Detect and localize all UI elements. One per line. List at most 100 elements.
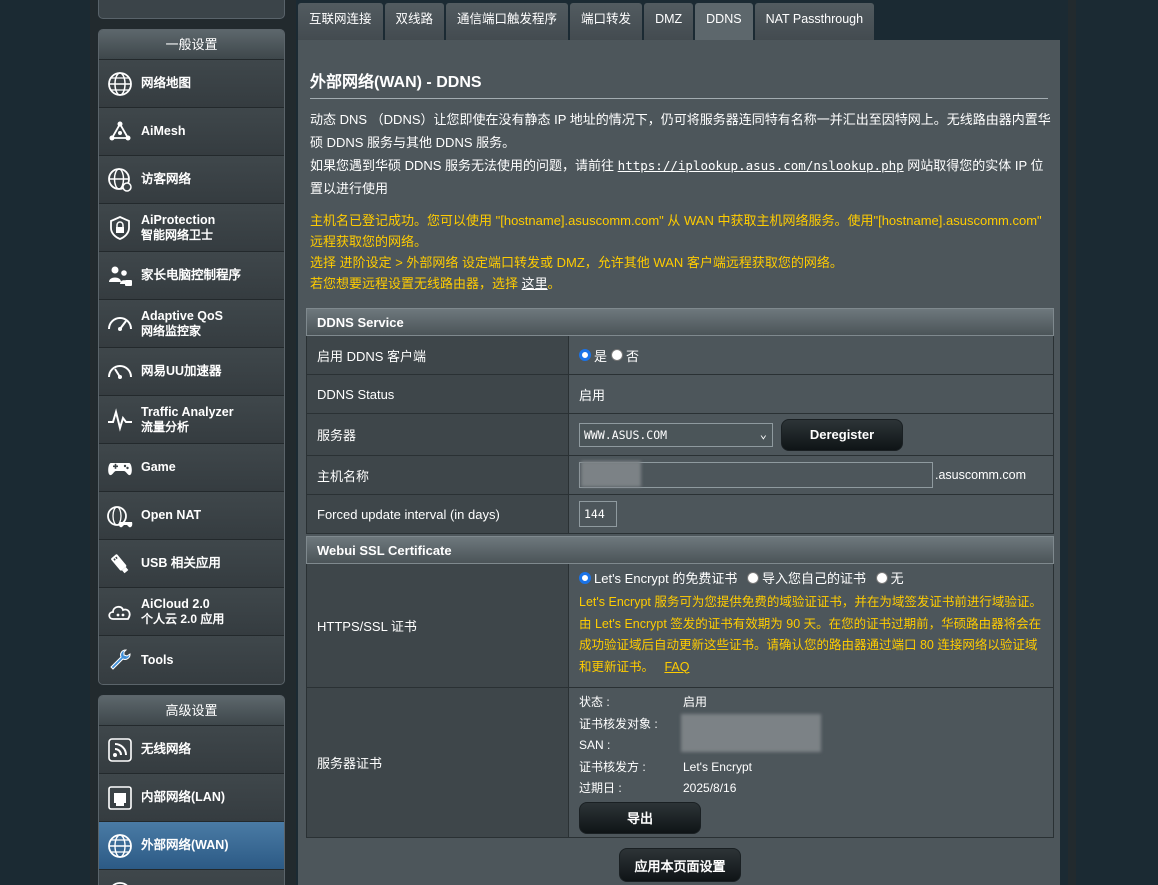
ddns-server-select[interactable]: WWW.ASUS.COM ⌄ <box>579 422 773 447</box>
server-cert-label: 服务器证书 <box>307 688 569 837</box>
aimesh-icon <box>105 117 135 147</box>
sidebar-top-stub <box>98 0 285 19</box>
uu-booster-icon <box>105 357 135 387</box>
tab-nat-passthrough[interactable]: NAT Passthrough <box>754 3 875 40</box>
deregister-button[interactable]: Deregister <box>781 418 903 451</box>
tab-internet-connection[interactable]: 互联网连接 <box>298 3 383 40</box>
tab-port-forwarding[interactable]: 端口转发 <box>570 3 643 40</box>
lan-icon <box>105 783 135 813</box>
notice-line-3: 若您想要远程设置无线路由器，选择 这里。 <box>310 276 561 291</box>
chevron-down-icon: ⌄ <box>759 426 767 441</box>
sidebar-item-parental-control[interactable]: 家长电脑控制程序 <box>99 252 284 300</box>
faq-link[interactable]: FAQ <box>664 660 689 674</box>
export-button[interactable]: 导出 <box>579 801 701 834</box>
ddns-enable-no-radio[interactable] <box>611 349 624 361</box>
ddns-status-value: 启用 <box>569 375 1053 413</box>
ddns-description: 动态 DNS （DDNS）让您即使在没有静态 IP 地址的情况下，仍可将服务器连… <box>310 108 1055 200</box>
cert-expiry-value: 2025/8/16 <box>683 781 737 795</box>
ssl-letsencrypt-radio[interactable] <box>579 572 591 584</box>
sidebar-item-label: Game <box>141 460 176 474</box>
sidebar-item-wireless[interactable]: 无线网络 <box>99 726 284 774</box>
globe-icon <box>105 831 135 861</box>
tab-dmz[interactable]: DMZ <box>644 3 694 40</box>
sidebar-item-label: 网易UU加速器 <box>141 364 222 378</box>
sidebar-item-label: 家长电脑控制程序 <box>141 268 242 282</box>
sidebar-item-tools[interactable]: Tools <box>99 636 284 684</box>
ddns-status-label: DDNS Status <box>307 375 569 413</box>
globe-icon <box>105 879 135 885</box>
ddns-hostname-row: 主机名称 .asuscomm.com <box>306 456 1054 495</box>
wifi-icon <box>105 735 135 765</box>
ddns-enable-yes-radio[interactable] <box>579 349 591 361</box>
description-line-2: 如果您遇到华硕 DDNS 服务无法使用的问题，请前往 https://iploo… <box>310 158 1044 196</box>
https-ssl-row: HTTPS/SSL 证书 Let's Encrypt 的免费证书 导入您自己的证… <box>306 564 1054 688</box>
ddns-status-row: DDNS Status 启用 <box>306 375 1054 414</box>
cloud-icon <box>105 597 135 627</box>
page-title: 外部网络(WAN) - DDNS <box>310 74 482 91</box>
remote-setup-link[interactable]: 这里 <box>522 276 548 291</box>
sidebar-item-next[interactable] <box>99 870 284 885</box>
notice-line-2: 选择 进阶设定 > 外部网络 设定端口转发或 DMZ，允许其他 WAN 客户端远… <box>310 255 843 270</box>
sidebar-item-label: Tools <box>141 652 174 667</box>
advanced-settings-group: 高级设置 无线网络 内部网络(LAN) 外部网络(WAN) <box>98 695 285 885</box>
ddns-service-table: DDNS Service 启用 DDNS 客户端 是 否 DDNS Status… <box>306 308 1054 534</box>
tab-dual-wan[interactable]: 双线路 <box>384 3 445 40</box>
ssl-header: Webui SSL Certificate <box>306 536 1054 564</box>
sidebar-item-label: Adaptive QoS 网络监控家 <box>141 308 223 338</box>
sidebar-item-wan[interactable]: 外部网络(WAN) <box>99 822 284 870</box>
general-settings-header: 一般设置 <box>99 30 284 60</box>
sidebar-item-aiprotection[interactable]: AiProtection 智能网络卫士 <box>99 204 284 252</box>
advanced-settings-header: 高级设置 <box>99 696 284 726</box>
sidebar-item-traffic-analyzer[interactable]: Traffic Analyzer 流量分析 <box>99 396 284 444</box>
cert-status-value: 启用 <box>683 695 708 709</box>
sidebar-item-label: 无线网络 <box>141 742 192 756</box>
sidebar-item-label: 外部网络(WAN) <box>141 838 229 852</box>
iplookup-link[interactable]: https://iplookup.asus.com/nslookup.php <box>618 158 904 173</box>
sidebar-item-label: AiMesh <box>141 124 186 138</box>
ddns-hostname-label: 主机名称 <box>307 456 569 494</box>
sidebar-item-network-map[interactable]: 网络地图 <box>99 60 284 108</box>
tab-ddns[interactable]: DDNS <box>695 3 753 41</box>
tab-bar: 互联网连接 双线路 通信端口触发程序 端口转发 DMZ DDNS NAT Pas… <box>298 3 876 41</box>
tab-port-trigger[interactable]: 通信端口触发程序 <box>446 3 569 40</box>
ddns-enable-row: 启用 DDNS 客户端 是 否 <box>306 336 1054 375</box>
gamepad-icon <box>105 453 135 483</box>
speedometer-icon <box>105 309 135 339</box>
sidebar-item-aicloud[interactable]: AiCloud 2.0 个人云 2.0 应用 <box>99 588 284 636</box>
cert-issuer-value: Let's Encrypt <box>683 759 752 774</box>
ssl-none-radio[interactable] <box>875 572 888 584</box>
registration-notice: 主机名已登记成功。您可以使用 "[hostname].asuscomm.com"… <box>310 210 1055 294</box>
sidebar-item-adaptive-qos[interactable]: Adaptive QoS 网络监控家 <box>99 300 284 348</box>
sidebar-item-label: 网络地图 <box>141 76 192 90</box>
ssl-table: Webui SSL Certificate HTTPS/SSL 证书 Let's… <box>306 536 1054 838</box>
usb-icon <box>105 549 135 579</box>
redacted-cert-subject <box>681 714 821 752</box>
main-content: 互联网连接 双线路 通信端口触发程序 端口转发 DMZ DDNS NAT Pas… <box>298 0 1068 885</box>
ddns-server-row: 服务器 WWW.ASUS.COM ⌄ Deregister <box>306 414 1054 456</box>
sidebar-item-label: USB 相关应用 <box>141 556 221 570</box>
sidebar-item-label: 访客网络 <box>141 172 192 186</box>
ddns-enable-label: 启用 DDNS 客户端 <box>307 336 569 374</box>
sidebar-item-label: 内部网络(LAN) <box>141 790 226 804</box>
traffic-analyzer-icon <box>105 405 135 435</box>
interval-input[interactable]: 144 <box>579 501 617 527</box>
sidebar-item-aimesh[interactable]: AiMesh <box>99 108 284 156</box>
sidebar-item-game[interactable]: Game <box>99 444 284 492</box>
redacted-hostname <box>581 461 641 487</box>
sidebar-item-uu-booster[interactable]: 网易UU加速器 <box>99 348 284 396</box>
settings-panel: 外部网络(WAN) - DDNS 动态 DNS （DDNS）让您即使在没有静态 … <box>298 40 1060 885</box>
sidebar-item-usb[interactable]: USB 相关应用 <box>99 540 284 588</box>
ddns-interval-label: Forced update interval (in days) <box>307 495 569 533</box>
sidebar-item-label: AiCloud 2.0 个人云 2.0 应用 <box>141 596 225 626</box>
ssl-import-radio[interactable] <box>746 572 759 584</box>
sidebar-item-open-nat[interactable]: Open NAT <box>99 492 284 540</box>
wrench-icon <box>105 645 135 675</box>
sidebar-item-label: Traffic Analyzer 流量分析 <box>141 404 234 434</box>
sidebar-item-guest-network[interactable]: 访客网络 <box>99 156 284 204</box>
parental-control-icon <box>105 261 135 291</box>
hostname-suffix: .asuscomm.com <box>935 468 1026 482</box>
sidebar-item-lan[interactable]: 内部网络(LAN) <box>99 774 284 822</box>
apply-button[interactable]: 应用本页面设置 <box>619 848 741 882</box>
ddns-interval-row: Forced update interval (in days) 144 <box>306 495 1054 534</box>
sidebar-item-label: Open NAT <box>141 508 202 522</box>
